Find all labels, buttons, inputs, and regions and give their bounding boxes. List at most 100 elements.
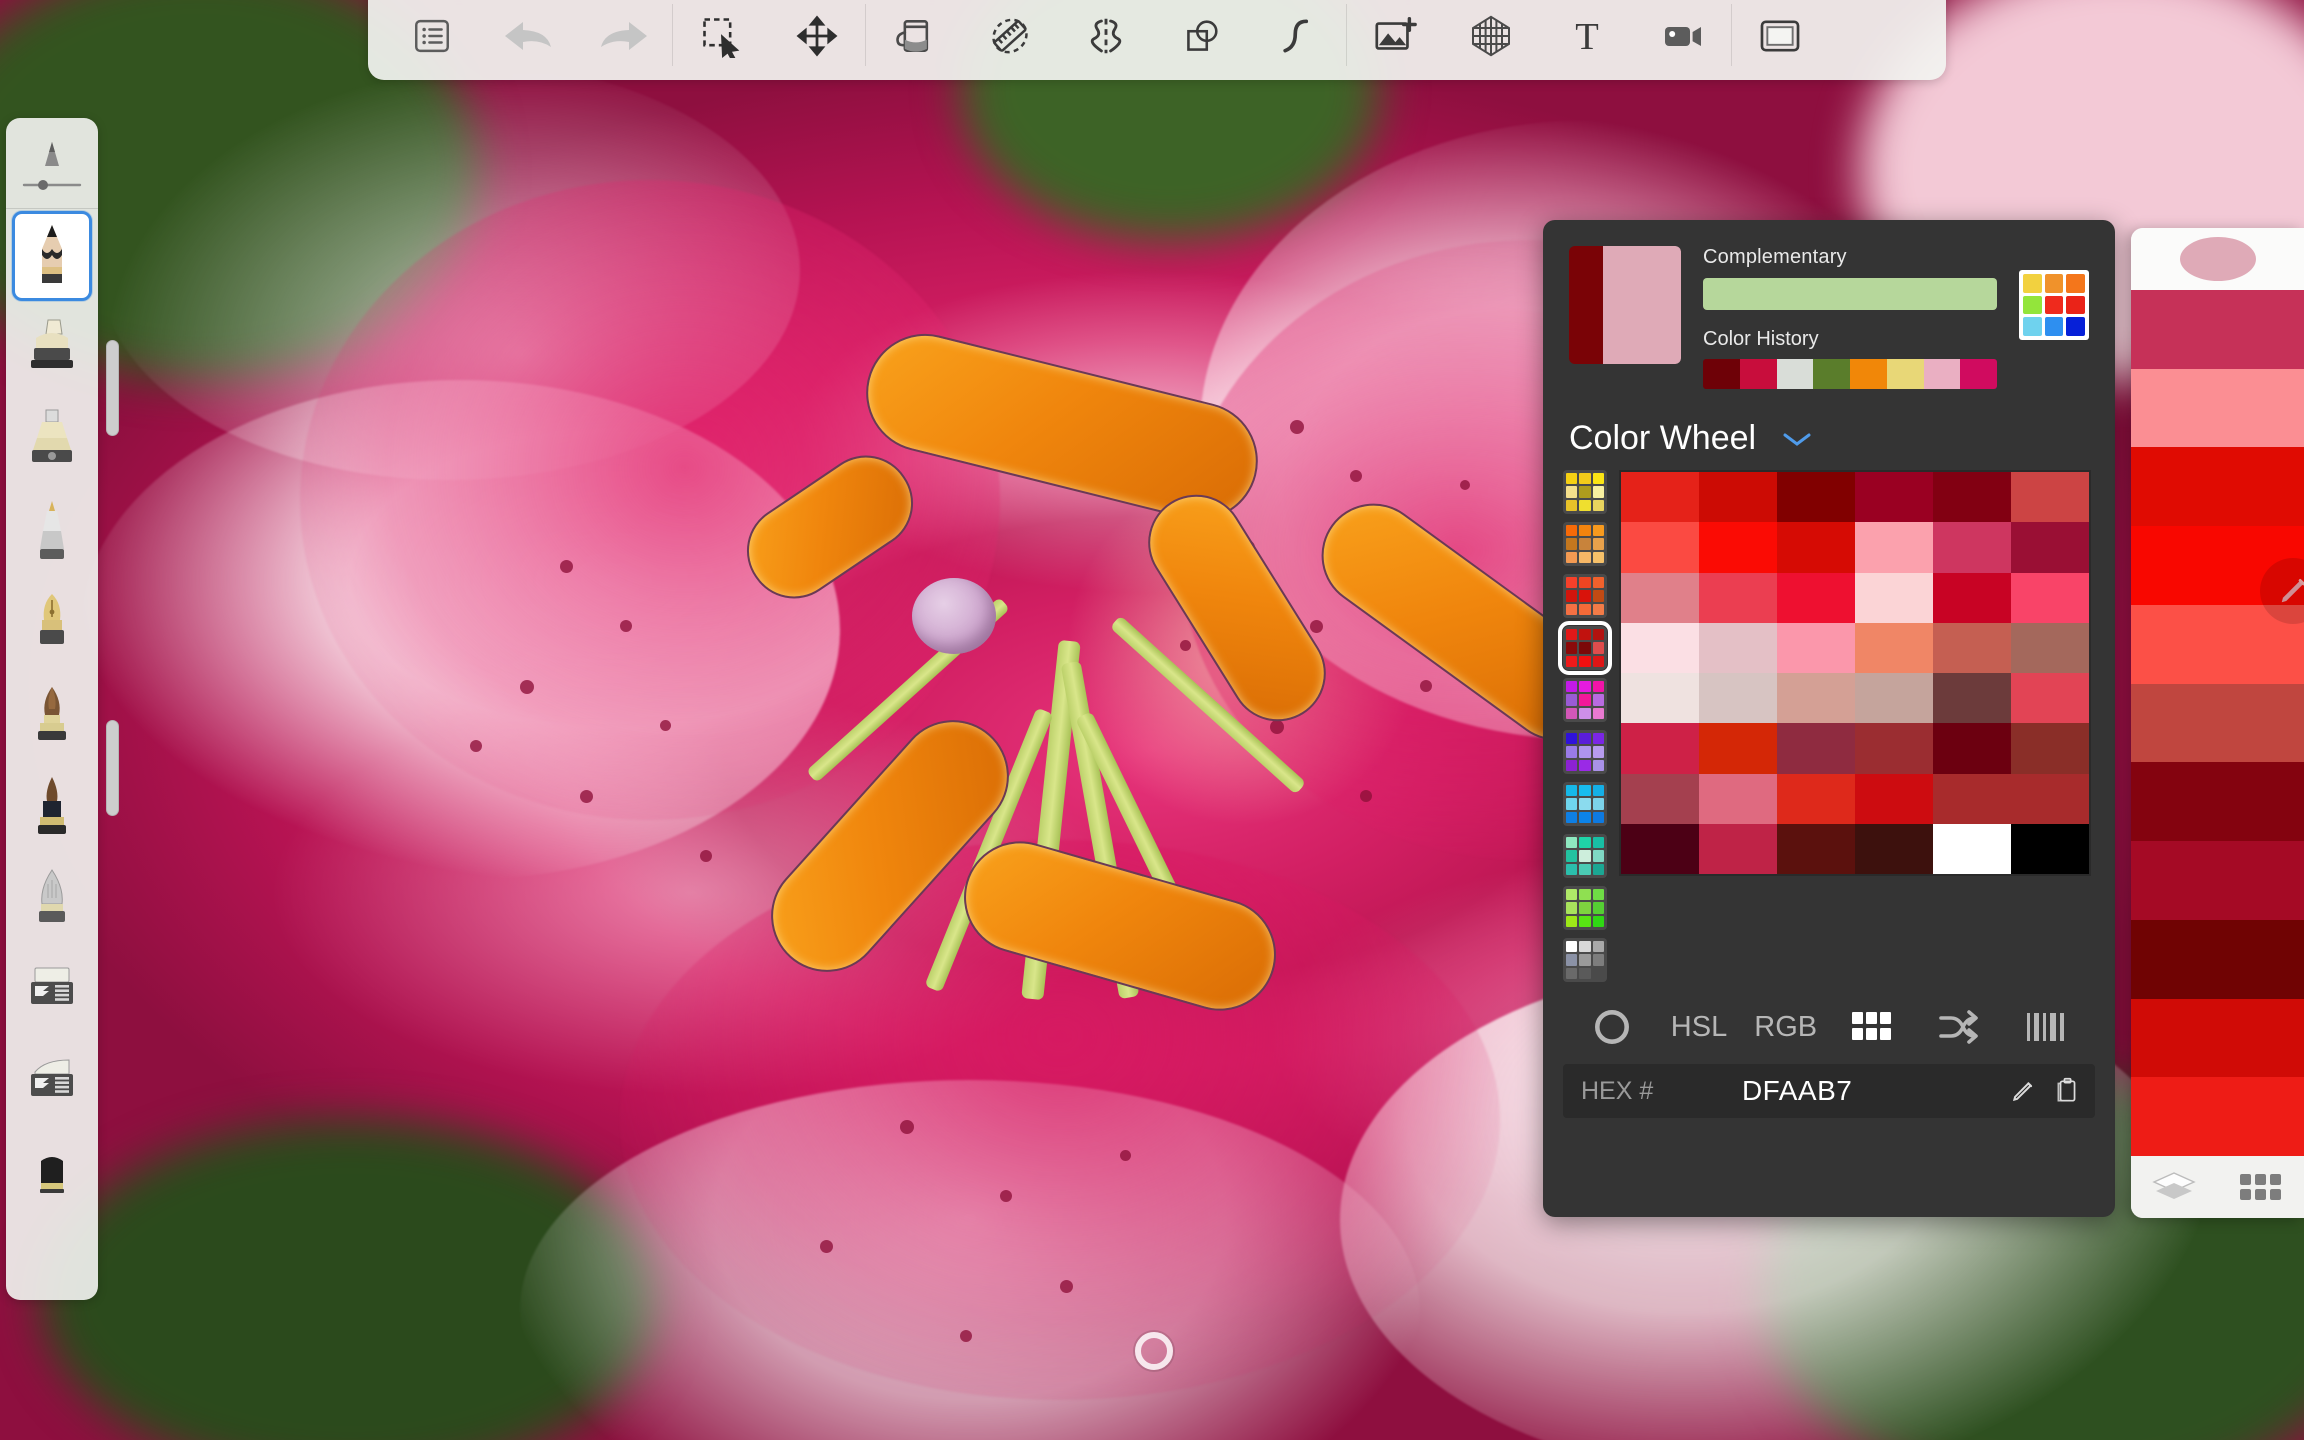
grid-swatch[interactable] bbox=[1699, 773, 1777, 824]
add-image-icon[interactable] bbox=[1347, 0, 1443, 72]
grid-swatch[interactable] bbox=[2011, 823, 2089, 874]
palette-swatch[interactable] bbox=[2131, 919, 2304, 999]
palette-button[interactable] bbox=[2229, 1164, 2293, 1210]
hue-yellow[interactable] bbox=[1563, 470, 1607, 514]
rgb-mode-button[interactable]: RGB bbox=[1742, 999, 1829, 1055]
color-history-swatch[interactable] bbox=[1813, 359, 1850, 389]
brush-item-pencil[interactable] bbox=[12, 211, 92, 301]
curve-icon[interactable] bbox=[1250, 0, 1346, 72]
shapes-icon[interactable] bbox=[1154, 0, 1250, 72]
perspective-icon[interactable] bbox=[1443, 0, 1539, 72]
grid-swatch[interactable] bbox=[2011, 622, 2089, 673]
hue-green[interactable] bbox=[1563, 886, 1607, 930]
grid-swatch[interactable] bbox=[1699, 622, 1777, 673]
text-icon[interactable]: T bbox=[1539, 0, 1635, 72]
ruler-icon[interactable] bbox=[962, 0, 1058, 72]
grid-swatch[interactable] bbox=[1699, 823, 1777, 874]
color-preview-swatch[interactable] bbox=[1569, 246, 1681, 364]
color-history-swatch[interactable] bbox=[1886, 359, 1924, 389]
color-swatch-grid[interactable] bbox=[1619, 470, 2091, 876]
sidebar-drag-handle-bottom[interactable] bbox=[106, 720, 119, 816]
palette-swatch[interactable] bbox=[2131, 290, 2304, 369]
grid-swatch[interactable] bbox=[2011, 572, 2089, 623]
grid-swatch[interactable] bbox=[2011, 472, 2089, 523]
grid-swatch[interactable] bbox=[1933, 773, 2011, 824]
grid-swatch[interactable] bbox=[1855, 723, 1933, 774]
hue-red[interactable] bbox=[1558, 621, 1612, 675]
previous-color-swatch[interactable] bbox=[1569, 246, 1603, 364]
grid-swatch[interactable] bbox=[1621, 823, 1699, 874]
layers-button[interactable] bbox=[2142, 1164, 2206, 1210]
grid-swatch[interactable] bbox=[1621, 572, 1699, 623]
palette-swatch[interactable] bbox=[2131, 841, 2304, 920]
wheel-mode-button[interactable] bbox=[1569, 999, 1656, 1055]
grid-swatch[interactable] bbox=[1855, 622, 1933, 673]
grid-swatch[interactable] bbox=[1855, 673, 1933, 724]
color-history-swatch[interactable] bbox=[1776, 359, 1814, 389]
brush-item-fountain-pen[interactable] bbox=[12, 579, 92, 669]
grid-swatch[interactable] bbox=[1933, 522, 2011, 573]
chevron-down-icon[interactable] bbox=[1780, 429, 1814, 449]
grid-swatch[interactable] bbox=[1933, 572, 2011, 623]
grid-swatch[interactable] bbox=[1621, 622, 1699, 673]
sidebar-drag-handle-top[interactable] bbox=[106, 340, 119, 436]
grid-swatch[interactable] bbox=[2011, 723, 2089, 774]
grid-swatch[interactable] bbox=[1621, 522, 1699, 573]
palette-swatch[interactable] bbox=[2131, 368, 2304, 448]
pencil-icon[interactable] bbox=[2001, 1069, 2045, 1113]
hue-blue[interactable] bbox=[1563, 782, 1607, 826]
grid-swatch[interactable] bbox=[1933, 472, 2011, 523]
bars-mode-button[interactable] bbox=[2002, 999, 2089, 1055]
brush-item-round-brush[interactable] bbox=[12, 671, 92, 761]
grid-swatch[interactable] bbox=[2011, 522, 2089, 573]
palette-swatch[interactable] bbox=[2131, 1077, 2304, 1157]
grid-swatch[interactable] bbox=[1621, 472, 1699, 523]
grid-swatch[interactable] bbox=[1855, 572, 1933, 623]
grid-swatch[interactable] bbox=[1621, 673, 1699, 724]
brush-item-ink-pen[interactable] bbox=[12, 303, 92, 393]
preset-swatch[interactable] bbox=[2023, 274, 2042, 293]
grid-mode-button[interactable] bbox=[1829, 999, 1916, 1055]
brush-item-eraser[interactable] bbox=[12, 1131, 92, 1221]
hue-orange[interactable] bbox=[1563, 522, 1607, 566]
hue-red-orange[interactable] bbox=[1563, 574, 1607, 618]
hsl-mode-button[interactable]: HSL bbox=[1656, 999, 1743, 1055]
grid-swatch[interactable] bbox=[1621, 773, 1699, 824]
brush-item-blender[interactable] bbox=[12, 1039, 92, 1129]
grid-swatch[interactable] bbox=[1855, 472, 1933, 523]
preset-swatch[interactable] bbox=[2044, 295, 2064, 315]
selection-icon[interactable] bbox=[673, 0, 769, 72]
grid-swatch[interactable] bbox=[1699, 673, 1777, 724]
grid-swatch[interactable] bbox=[1855, 522, 1933, 573]
hex-value[interactable]: DFAAB7 bbox=[1653, 1075, 2001, 1107]
color-history-swatch[interactable] bbox=[1923, 359, 1961, 389]
menu-icon[interactable] bbox=[384, 0, 480, 72]
clipboard-icon[interactable] bbox=[2045, 1069, 2089, 1113]
hue-magenta[interactable] bbox=[1563, 678, 1607, 722]
color-presets-button[interactable] bbox=[2019, 270, 2089, 340]
grid-swatch[interactable] bbox=[1777, 472, 1855, 523]
brush-item-technical-pen[interactable] bbox=[12, 487, 92, 577]
grid-swatch[interactable] bbox=[1777, 522, 1855, 573]
brush-item-flat-brush[interactable] bbox=[12, 763, 92, 853]
color-history-strip[interactable] bbox=[1703, 359, 1997, 389]
palette-swatch[interactable] bbox=[2131, 762, 2304, 842]
grid-swatch[interactable] bbox=[1933, 723, 2011, 774]
undo-icon[interactable] bbox=[480, 0, 576, 72]
color-history-swatch[interactable] bbox=[1703, 359, 1740, 389]
preset-swatch[interactable] bbox=[2044, 274, 2064, 293]
redo-icon[interactable] bbox=[576, 0, 672, 72]
canvas-icon[interactable] bbox=[1732, 0, 1828, 72]
hue-purple[interactable] bbox=[1563, 730, 1607, 774]
hue-teal[interactable] bbox=[1563, 834, 1607, 878]
color-history-swatch[interactable] bbox=[1850, 359, 1887, 389]
grid-swatch[interactable] bbox=[2011, 773, 2089, 824]
grid-swatch[interactable] bbox=[1777, 723, 1855, 774]
brush-size-control[interactable] bbox=[6, 124, 98, 208]
grid-swatch[interactable] bbox=[1777, 673, 1855, 724]
grid-swatch[interactable] bbox=[1933, 622, 2011, 673]
record-icon[interactable] bbox=[1635, 0, 1731, 72]
grid-swatch[interactable] bbox=[1699, 472, 1777, 523]
symmetry-icon[interactable] bbox=[1058, 0, 1154, 72]
grid-swatch[interactable] bbox=[1933, 673, 2011, 724]
